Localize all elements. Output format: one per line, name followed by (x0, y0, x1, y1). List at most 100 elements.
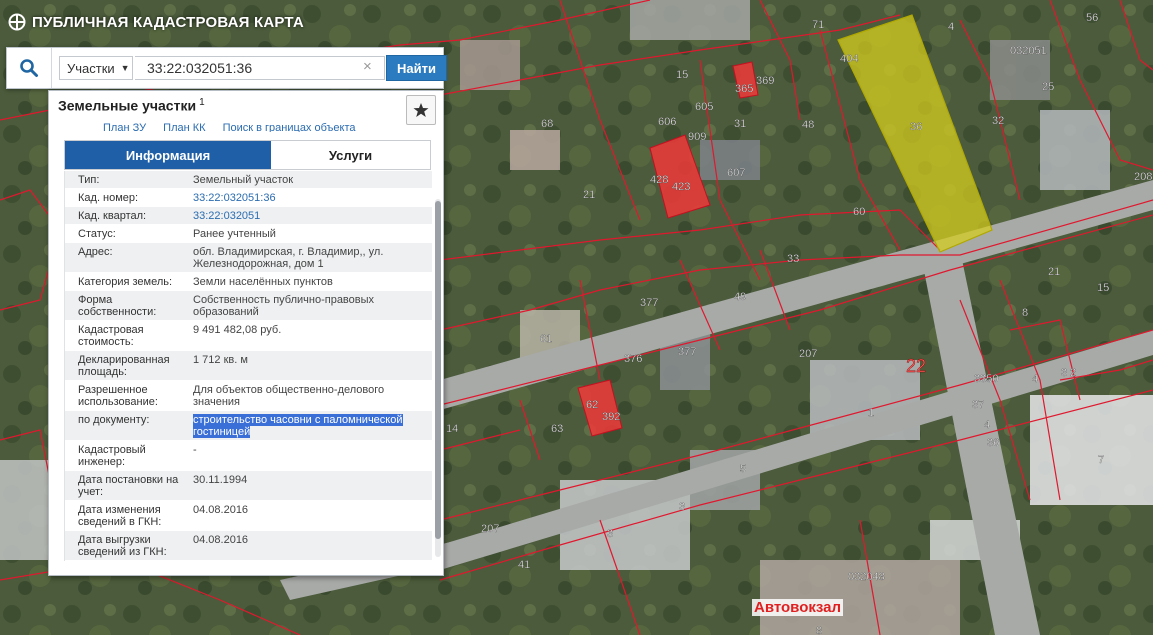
map-label-8b: 8 (816, 625, 822, 635)
info-label: Кад. квартал: (78, 210, 147, 222)
info-value: обл. Владимирская, г. Владимир,, ул. Жел… (193, 246, 384, 270)
app-title[interactable]: ПУБЛИЧНАЯ КАДАСТРОВАЯ КАРТА (8, 13, 304, 31)
map-label-49: 49 (734, 291, 746, 303)
link-search-in-bounds[interactable]: Поиск в границах объекта (223, 122, 356, 132)
map-label-61: 61 (540, 333, 552, 345)
search-bar: Участки ▼ × Найти (6, 47, 447, 89)
map-label-404: 404 (840, 53, 858, 65)
map-label-607: 607 (727, 167, 745, 179)
info-row-status: Статус: Ранее учтенный (65, 225, 432, 243)
link-plan-kk[interactable]: План КК (163, 122, 205, 132)
top-bar: ПУБЛИЧНАЯ КАДАСТРОВАЯ КАРТА (0, 0, 1153, 44)
info-row-cad-number: Кад. номер: 33:22:032051:36 (65, 189, 432, 207)
link-plan-zu[interactable]: План ЗУ (103, 122, 146, 132)
map-label-60: 60 (853, 206, 865, 218)
info-table: Тип: Земельный участок Кад. номер: 33:22:0… (64, 171, 432, 561)
info-row-engineer: Кадастровый инженер: - (65, 441, 432, 471)
info-label: Дата выгрузки сведений из ГКН: (78, 534, 167, 558)
info-row-land-category: Категория земель: Земли населённых пункто… (65, 273, 432, 291)
info-value: 1 712 кв. м (193, 354, 248, 366)
search-type-label: Участки (67, 60, 115, 76)
info-value: Собственность публично-правовых образова… (193, 294, 375, 318)
map-label-032048: 032048 (848, 571, 885, 583)
search-type-select[interactable]: Участки ▼ (59, 56, 133, 80)
info-value: 04.08.2016 (193, 504, 249, 516)
map-label-207: 207 (799, 348, 817, 360)
map-label-31: 31 (734, 118, 746, 130)
logo-icon (8, 13, 26, 31)
search-toggle[interactable] (7, 48, 52, 88)
scrollbar-thumb[interactable] (435, 201, 441, 539)
info-row-change-date: Дата изменения сведений в ГКН: 04.08.2016 (65, 501, 432, 531)
map-label-25: 25 (1042, 81, 1054, 93)
info-row-cad-quarter: Кад. квартал: 33:22:032051 (65, 207, 432, 225)
info-label: Адрес: (78, 246, 113, 258)
map-label-41: 41 (518, 559, 530, 571)
info-label: Декларированная площадь: (78, 354, 170, 378)
map-label-5: 5 (740, 463, 746, 475)
info-label: Дата постановки на учет: (78, 474, 179, 498)
clear-icon[interactable]: × (363, 59, 372, 75)
info-value[interactable]: строительство часовни с паломнической го… (185, 411, 417, 440)
info-value: Ранее учтенный (193, 228, 276, 240)
info-label: Форма собственности: (78, 294, 157, 318)
map-label-48: 48 (802, 119, 814, 131)
info-value: - (193, 444, 197, 456)
map-label-3350: 3350 (974, 373, 998, 385)
map-label-15: 15 (676, 69, 688, 81)
cad-number-link[interactable]: 33:22:032051:36 (185, 189, 417, 206)
map-label-032051: 032051 (1010, 45, 1047, 57)
map-label-63: 63 (551, 423, 563, 435)
map-label-3b: 3 (607, 528, 613, 540)
info-label: Тип: (78, 174, 100, 186)
map-label-1: 1 (868, 407, 874, 419)
info-row-permitted-use: Разрешенное использование: Для объектов о… (65, 381, 432, 411)
map-label-36b: 36 (987, 437, 999, 449)
panel-title: Земельные участки 1 (58, 97, 205, 114)
info-row-registration-date: Дата постановки на учет: 30.11.1994 (65, 471, 432, 501)
map-label-207b: 207 (481, 523, 499, 535)
info-value: 04.08.2016 (193, 534, 249, 546)
map-label-37: 37 (972, 399, 984, 411)
info-label: Статус: (78, 228, 116, 240)
tab-services[interactable]: Услуги (271, 141, 430, 169)
app-title-text: ПУБЛИЧНАЯ КАДАСТРОВАЯ КАРТА (32, 13, 304, 31)
map-label-21: 21 (583, 189, 595, 201)
map-label-376: 376 (624, 353, 642, 365)
info-row-address: Адрес: обл. Владимирская, г. Владимир,, у… (65, 243, 432, 273)
map-label-605: 605 (695, 101, 713, 113)
map-label-32b: 3 2 (1061, 367, 1076, 379)
find-button[interactable]: Найти (386, 55, 447, 81)
info-label: Кад. номер: (78, 192, 139, 204)
favorite-button[interactable] (406, 95, 436, 125)
panel-tabs: Информация Услуги (64, 140, 431, 170)
selected-text: строительство часовни с паломнической го… (193, 414, 403, 438)
map-label-21b: 21 (1048, 266, 1060, 278)
chevron-down-icon: ▼ (120, 63, 130, 73)
panel-scrollbar[interactable] (435, 199, 441, 557)
map-label-33: 33 (787, 253, 799, 265)
map-label-15b: 15 (1097, 282, 1109, 294)
info-row-cad-value: Кадастровая стоимость: 9 491 482,08 руб. (65, 321, 432, 351)
panel-title-text: Земельные участки (58, 97, 197, 114)
star-icon (413, 103, 429, 117)
search-input[interactable] (135, 56, 385, 80)
map-label-62: 62 (586, 399, 598, 411)
map-label-392: 392 (602, 411, 620, 423)
cad-quarter-link[interactable]: 33:22:032051 (185, 207, 417, 224)
info-value: Земельный участок (193, 174, 294, 186)
info-label: Категория земель: (78, 276, 173, 288)
map-label-428: 428 (650, 174, 668, 186)
panel-links: План ЗУ План КК Поиск в границах объекта (103, 122, 433, 132)
map-label-8: 8 (1022, 307, 1028, 319)
tab-info[interactable]: Информация (65, 141, 271, 169)
info-row-export-date: Дата выгрузки сведений из ГКН: 04.08.2016 (65, 531, 432, 561)
info-value: Земли населённых пунктов (193, 276, 333, 288)
info-value: 30.11.1994 (193, 474, 248, 486)
results-panel: Земельные участки 1 План ЗУ План КК Поиск… (48, 90, 444, 576)
info-label: по документу: (78, 414, 150, 426)
info-row-area: Декларированная площадь: 1 712 кв. м (65, 351, 432, 381)
info-value: Для объектов общественно-делового значен… (193, 384, 385, 408)
bus-station-label: Автовокзал (752, 599, 843, 616)
info-label: Кадастровая стоимость: (78, 324, 144, 348)
